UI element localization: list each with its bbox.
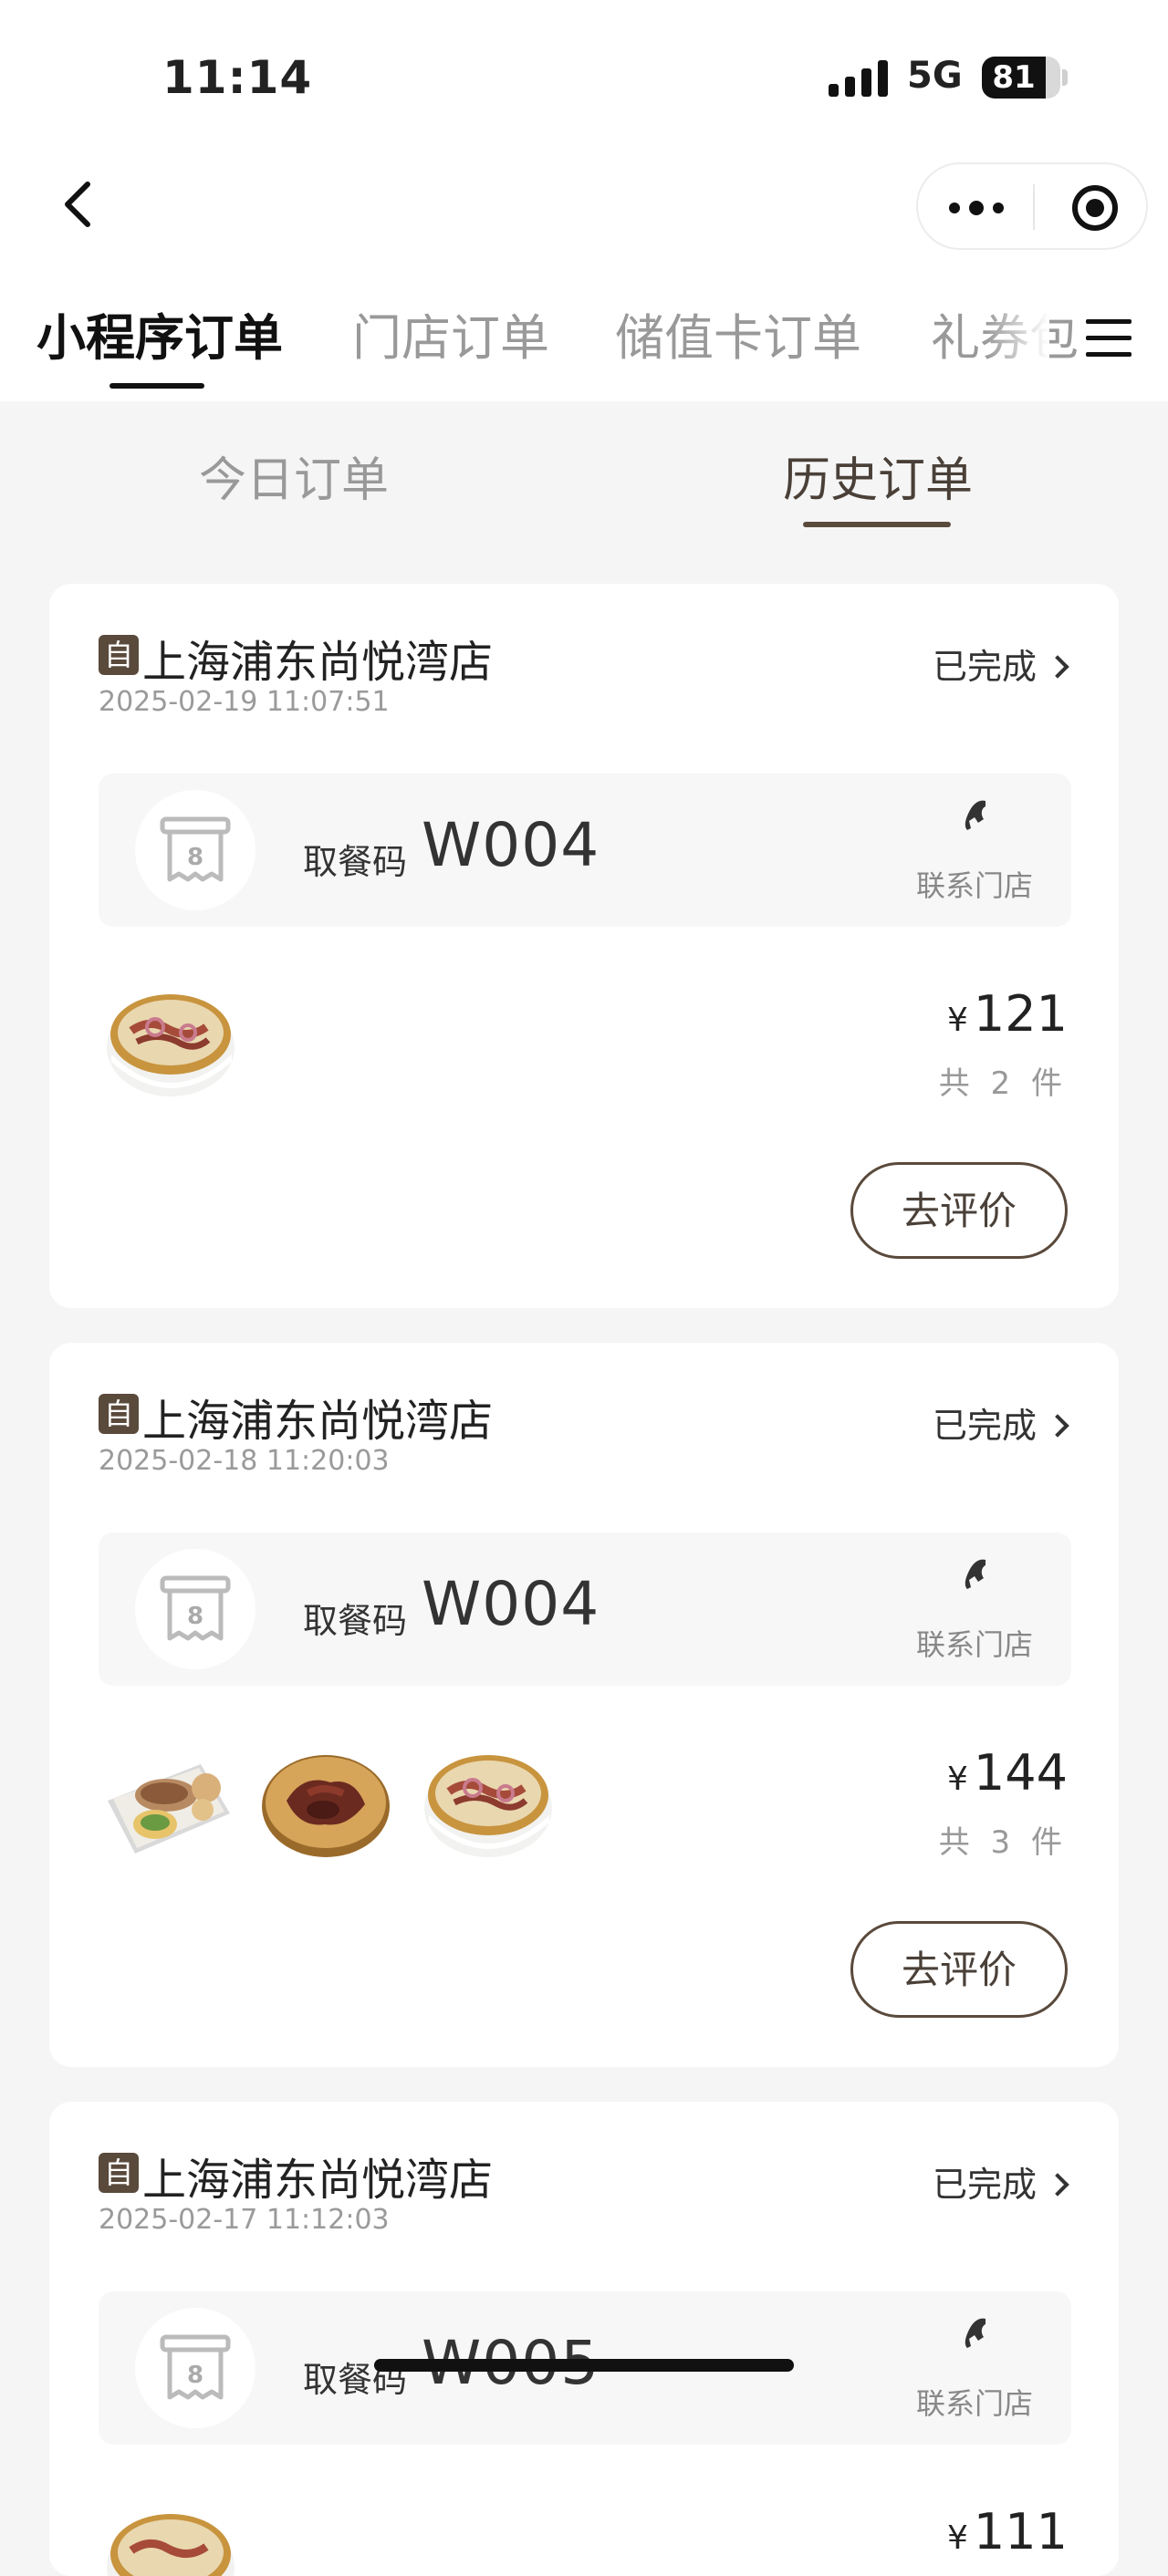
contact-store-button[interactable]: 联系门店	[883, 1556, 1066, 1666]
noodle-bowl-image	[107, 994, 235, 1096]
self-pickup-badge: 自	[99, 2153, 139, 2193]
mini-program-capsule	[916, 162, 1148, 250]
phone-icon	[965, 800, 986, 830]
pickup-panel: 8 取餐码 W004 联系门店	[99, 774, 1071, 927]
tab-mini-program-orders[interactable]: 小程序订单	[36, 297, 283, 369]
ticket-icon: 8	[135, 2308, 256, 2428]
order-status[interactable]: 已完成	[932, 1397, 1069, 1448]
phone-icon	[965, 2318, 986, 2348]
tab-store-orders[interactable]: 门店订单	[352, 297, 549, 369]
order-type-tabs: 小程序订单 门店订单 储值卡订单 礼券包	[0, 292, 1168, 389]
top-bar: 11:14 5G 81 小程序订单 门店订单 储值卡订单 礼券包	[0, 0, 1168, 401]
currency-symbol: ¥	[947, 1761, 968, 1798]
contact-store-button[interactable]: 联系门店	[883, 2315, 1066, 2425]
signal-icon	[829, 60, 889, 97]
battery-level: 81	[992, 59, 1036, 96]
store-name: 上海浦东尚悦湾店	[142, 2155, 494, 2206]
store-name: 上海浦东尚悦湾店	[142, 637, 494, 688]
menu-icon[interactable]	[1086, 310, 1135, 365]
more-icon[interactable]	[949, 192, 1013, 224]
chevron-right-icon	[1046, 655, 1069, 679]
tab-history-orders[interactable]: 历史订单	[783, 441, 973, 510]
order-time: 2025-02-17 11:12:03	[99, 2204, 390, 2236]
pickup-code-label: 取餐码	[303, 1601, 408, 1641]
ticket-number: 8	[187, 1603, 203, 1630]
ticket-number: 8	[187, 844, 203, 871]
order-status-label: 已完成	[932, 2165, 1037, 2205]
order-status-label: 已完成	[932, 647, 1037, 687]
order-time: 2025-02-19 11:07:51	[99, 686, 390, 718]
contact-store-label: 联系门店	[915, 868, 1033, 903]
contact-store-label: 联系门店	[915, 2386, 1033, 2421]
order-total: ¥121	[947, 985, 1068, 1043]
review-button[interactable]: 去评价	[850, 1162, 1068, 1259]
ticket-icon: 8	[135, 790, 256, 910]
review-button[interactable]: 去评价	[850, 1921, 1068, 2018]
order-total: ¥111	[947, 2503, 1068, 2560]
order-card[interactable]: 自 上海浦东尚悦湾店 2025-02-17 11:12:03 已完成 8 取餐码…	[49, 2102, 1119, 2576]
contact-store-label: 联系门店	[915, 1627, 1033, 1662]
pickup-panel: 8 取餐码 W004 联系门店	[99, 1532, 1071, 1686]
pickup-code: W004	[422, 1569, 600, 1639]
tab-stored-value-card-orders[interactable]: 储值卡订单	[615, 297, 861, 369]
item-count: 共 2 件	[938, 1065, 1068, 1102]
currency-symbol: ¥	[947, 2519, 968, 2557]
back-button[interactable]	[58, 179, 99, 230]
order-status[interactable]: 已完成	[932, 2156, 1069, 2207]
order-total-value: 144	[973, 1744, 1068, 1802]
chevron-right-icon	[1046, 2173, 1069, 2197]
close-mini-program-icon[interactable]	[1069, 182, 1121, 234]
currency-symbol: ¥	[947, 1002, 968, 1039]
order-card[interactable]: 自 上海浦东尚悦湾店 2025-02-19 11:07:51 已完成 8 取餐码…	[49, 584, 1119, 1308]
self-pickup-badge: 自	[99, 1394, 139, 1434]
capsule-divider	[1033, 184, 1035, 230]
meal-tray-image	[108, 1764, 230, 1854]
tab-indicator	[110, 383, 204, 389]
pickup-code: W004	[422, 810, 600, 880]
contact-store-button[interactable]: 联系门店	[883, 797, 1066, 907]
store-name: 上海浦东尚悦湾店	[142, 1396, 494, 1447]
tab-today-orders[interactable]: 今日订单	[199, 441, 389, 510]
status-time: 11:14	[162, 51, 313, 104]
noodle-bowl-image	[424, 1755, 552, 1857]
order-time: 2025-02-18 11:20:03	[99, 1445, 390, 1477]
braised-duck-image	[262, 1755, 390, 1857]
tabs-fade	[986, 292, 1049, 383]
order-status[interactable]: 已完成	[932, 639, 1069, 689]
subtab-indicator	[803, 522, 951, 527]
order-total: ¥144	[947, 1744, 1068, 1802]
order-total-value: 111	[973, 2503, 1068, 2560]
ticket-number: 8	[187, 2362, 203, 2389]
order-card[interactable]: 自 上海浦东尚悦湾店 2025-02-18 11:20:03 已完成 8 取餐码…	[49, 1343, 1119, 2067]
order-status-label: 已完成	[932, 1406, 1037, 1446]
network-type: 5G	[907, 55, 963, 97]
phone-icon	[965, 1559, 986, 1589]
item-count: 共 3 件	[938, 1824, 1068, 1861]
chevron-right-icon	[1046, 1414, 1069, 1438]
pickup-code-label: 取餐码	[303, 842, 408, 882]
home-indicator	[374, 2359, 794, 2372]
noodle-bowl-image	[107, 2514, 235, 2576]
order-total-value: 121	[973, 985, 1068, 1043]
ticket-icon: 8	[135, 1549, 256, 1669]
battery-nub	[1062, 69, 1068, 86]
self-pickup-badge: 自	[99, 635, 139, 675]
battery-icon: 81	[982, 57, 1060, 99]
